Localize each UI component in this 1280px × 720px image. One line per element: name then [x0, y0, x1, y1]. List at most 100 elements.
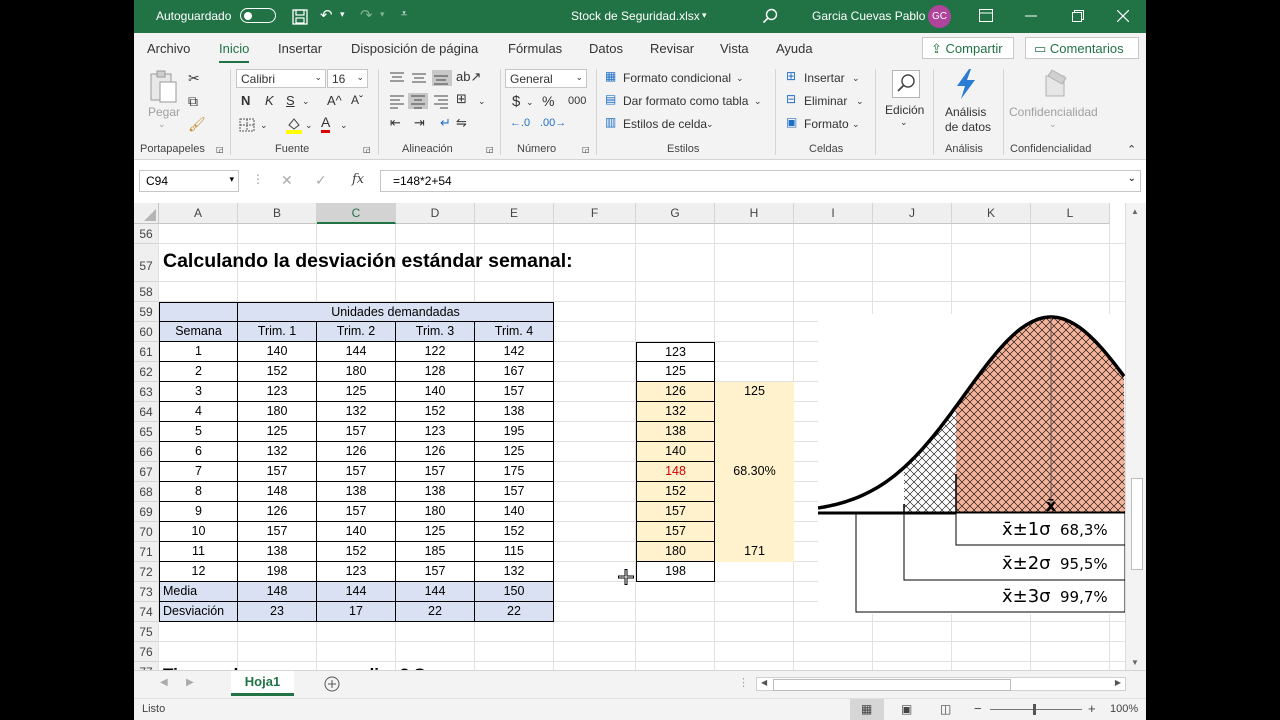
font-color-dropdown-icon[interactable]: ⌄ — [340, 120, 348, 131]
column-header-l[interactable]: L — [1031, 203, 1110, 224]
table-row[interactable]: 180 — [317, 362, 396, 382]
scroll-up-icon[interactable]: ▲ — [1131, 207, 1139, 216]
sorted-value[interactable]: 157 — [636, 502, 715, 522]
file-name-dropdown-icon[interactable]: ▾ — [702, 10, 707, 21]
zoom-slider-thumb[interactable] — [1033, 704, 1036, 715]
tab-revisar[interactable]: Revisar — [650, 41, 694, 56]
add-sheet-icon[interactable] — [324, 676, 340, 692]
row-header-77[interactable]: 77 — [134, 662, 159, 670]
table-row[interactable]: 152 — [238, 362, 317, 382]
zoom-out-icon[interactable]: − — [974, 701, 982, 716]
table-row[interactable]: 152 — [396, 402, 475, 422]
thousands-button[interactable]: 000 — [568, 95, 586, 107]
enter-icon[interactable]: ✓ — [315, 172, 327, 189]
formula-input[interactable]: =148*2+54 ⌄ — [380, 170, 1141, 192]
page-break-icon[interactable]: ◫ — [940, 702, 951, 716]
table-row[interactable]: 140 — [475, 502, 554, 522]
tab-insertar[interactable]: Insertar — [278, 41, 322, 56]
chevron-down-icon[interactable]: ⌄ — [706, 119, 714, 130]
row-header-72[interactable]: 72 — [134, 562, 159, 582]
table-row[interactable]: 157 — [396, 462, 475, 482]
scroll-down-icon[interactable]: ▼ — [1131, 658, 1139, 667]
font-size-combo[interactable]: 16 ⌄ — [327, 69, 368, 88]
bold-button[interactable]: N — [241, 93, 250, 108]
table-row[interactable]: 122 — [396, 342, 475, 362]
sorted-value[interactable]: 157 — [636, 522, 715, 542]
sorted-value[interactable]: 125 — [636, 362, 715, 382]
desviacion-value[interactable]: 22 — [396, 602, 475, 622]
text-direction-icon[interactable]: ⇋ — [456, 115, 467, 131]
format-table-icon[interactable]: ▤ — [605, 92, 616, 106]
chevron-down-icon[interactable]: ⌄ — [856, 96, 864, 107]
range-high-value[interactable]: 171 — [715, 542, 794, 562]
conditional-format-button[interactable]: Formato condicional — [623, 71, 731, 85]
scroll-left-icon[interactable]: ◀ — [761, 678, 767, 687]
table-row[interactable]: 126 — [317, 442, 396, 462]
lightning-icon[interactable] — [952, 68, 980, 100]
row-header-61[interactable]: 61 — [134, 342, 159, 362]
row-header-71[interactable]: 71 — [134, 542, 159, 562]
table-corner-cell[interactable] — [159, 302, 238, 322]
tab-datos[interactable]: Datos — [589, 41, 623, 56]
table-row[interactable]: 3 — [159, 382, 238, 402]
table-row[interactable]: 132 — [475, 562, 554, 582]
fill-dropdown-icon[interactable]: ⌄ — [305, 120, 313, 131]
vertical-scrollbar[interactable]: ▲ ▼ — [1125, 203, 1146, 670]
cancel-icon[interactable]: ✕ — [281, 172, 293, 189]
media-value[interactable]: 148 — [238, 582, 317, 602]
increase-decimal-icon[interactable]: ←.0 — [510, 117, 530, 129]
table-row[interactable]: 10 — [159, 522, 238, 542]
row-header-62[interactable]: 62 — [134, 362, 159, 382]
cell-styles-button[interactable]: Estilos de celda — [623, 117, 707, 131]
borders-dropdown-icon[interactable]: ⌄ — [260, 120, 268, 131]
table-col-header[interactable]: Semana — [159, 322, 238, 342]
sorted-value[interactable]: 126 — [636, 382, 715, 402]
alignment-launcher-icon[interactable]: ◲ — [486, 145, 494, 154]
chevron-down-icon[interactable]: ⌄ — [754, 96, 762, 107]
table-row[interactable]: 6 — [159, 442, 238, 462]
highlight-cell[interactable] — [715, 482, 794, 502]
underline-button[interactable]: S — [286, 93, 295, 108]
paste-dropdown-icon[interactable]: ⌄ — [158, 119, 166, 130]
table-row[interactable]: 148 — [238, 482, 317, 502]
tab-vista[interactable]: Vista — [720, 41, 749, 56]
table-col-header[interactable]: Trim. 1 — [238, 322, 317, 342]
close-icon[interactable] — [1117, 10, 1129, 22]
borders-icon[interactable] — [239, 118, 255, 132]
tab-archivo[interactable]: Archivo — [147, 41, 190, 56]
name-box[interactable]: C94 ▾ — [139, 170, 239, 192]
sorted-value[interactable]: 132 — [636, 402, 715, 422]
table-row[interactable]: 8 — [159, 482, 238, 502]
sorted-value[interactable]: 123 — [636, 342, 715, 362]
format-as-table-button[interactable]: Dar formato como tabla — [623, 94, 748, 108]
table-col-header[interactable]: Trim. 2 — [317, 322, 396, 342]
table-group-header[interactable]: Unidades demandadas — [238, 302, 554, 322]
table-row[interactable]: 198 — [238, 562, 317, 582]
row-header-67[interactable]: 67 — [134, 462, 159, 482]
currency-dropdown-icon[interactable]: ⌄ — [526, 97, 534, 108]
table-row[interactable]: 7 — [159, 462, 238, 482]
vertical-align-icons[interactable] — [388, 70, 466, 86]
table-row[interactable]: 9 — [159, 502, 238, 522]
tab-formulas[interactable]: Fórmulas — [508, 41, 562, 56]
table-row[interactable]: 140 — [238, 342, 317, 362]
redo-dropdown-icon[interactable]: ▾ — [380, 9, 385, 20]
restore-icon[interactable] — [1072, 10, 1084, 22]
font-color-icon[interactable]: A — [321, 114, 331, 133]
wrap-text-icon[interactable]: ↵ — [440, 115, 451, 131]
table-row[interactable]: 144 — [317, 342, 396, 362]
tab-inicio[interactable]: Inicio — [219, 41, 250, 63]
table-row[interactable]: 125 — [238, 422, 317, 442]
delete-cells-icon[interactable]: ⊟ — [786, 92, 796, 106]
undo-dropdown-icon[interactable]: ▾ — [340, 9, 345, 20]
table-row[interactable]: 157 — [396, 562, 475, 582]
avatar[interactable]: GC — [928, 5, 951, 28]
autosave-toggle[interactable] — [240, 8, 276, 23]
customize-toolbar-icon[interactable]: ⩡ — [401, 8, 407, 21]
table-row[interactable]: 138 — [317, 482, 396, 502]
column-header-k[interactable]: K — [952, 203, 1031, 224]
editing-button[interactable]: Edición — [885, 103, 924, 117]
range-low-value[interactable]: 125 — [715, 382, 794, 402]
table-row[interactable]: 152 — [317, 542, 396, 562]
row-header-58[interactable]: 58 — [134, 282, 159, 302]
